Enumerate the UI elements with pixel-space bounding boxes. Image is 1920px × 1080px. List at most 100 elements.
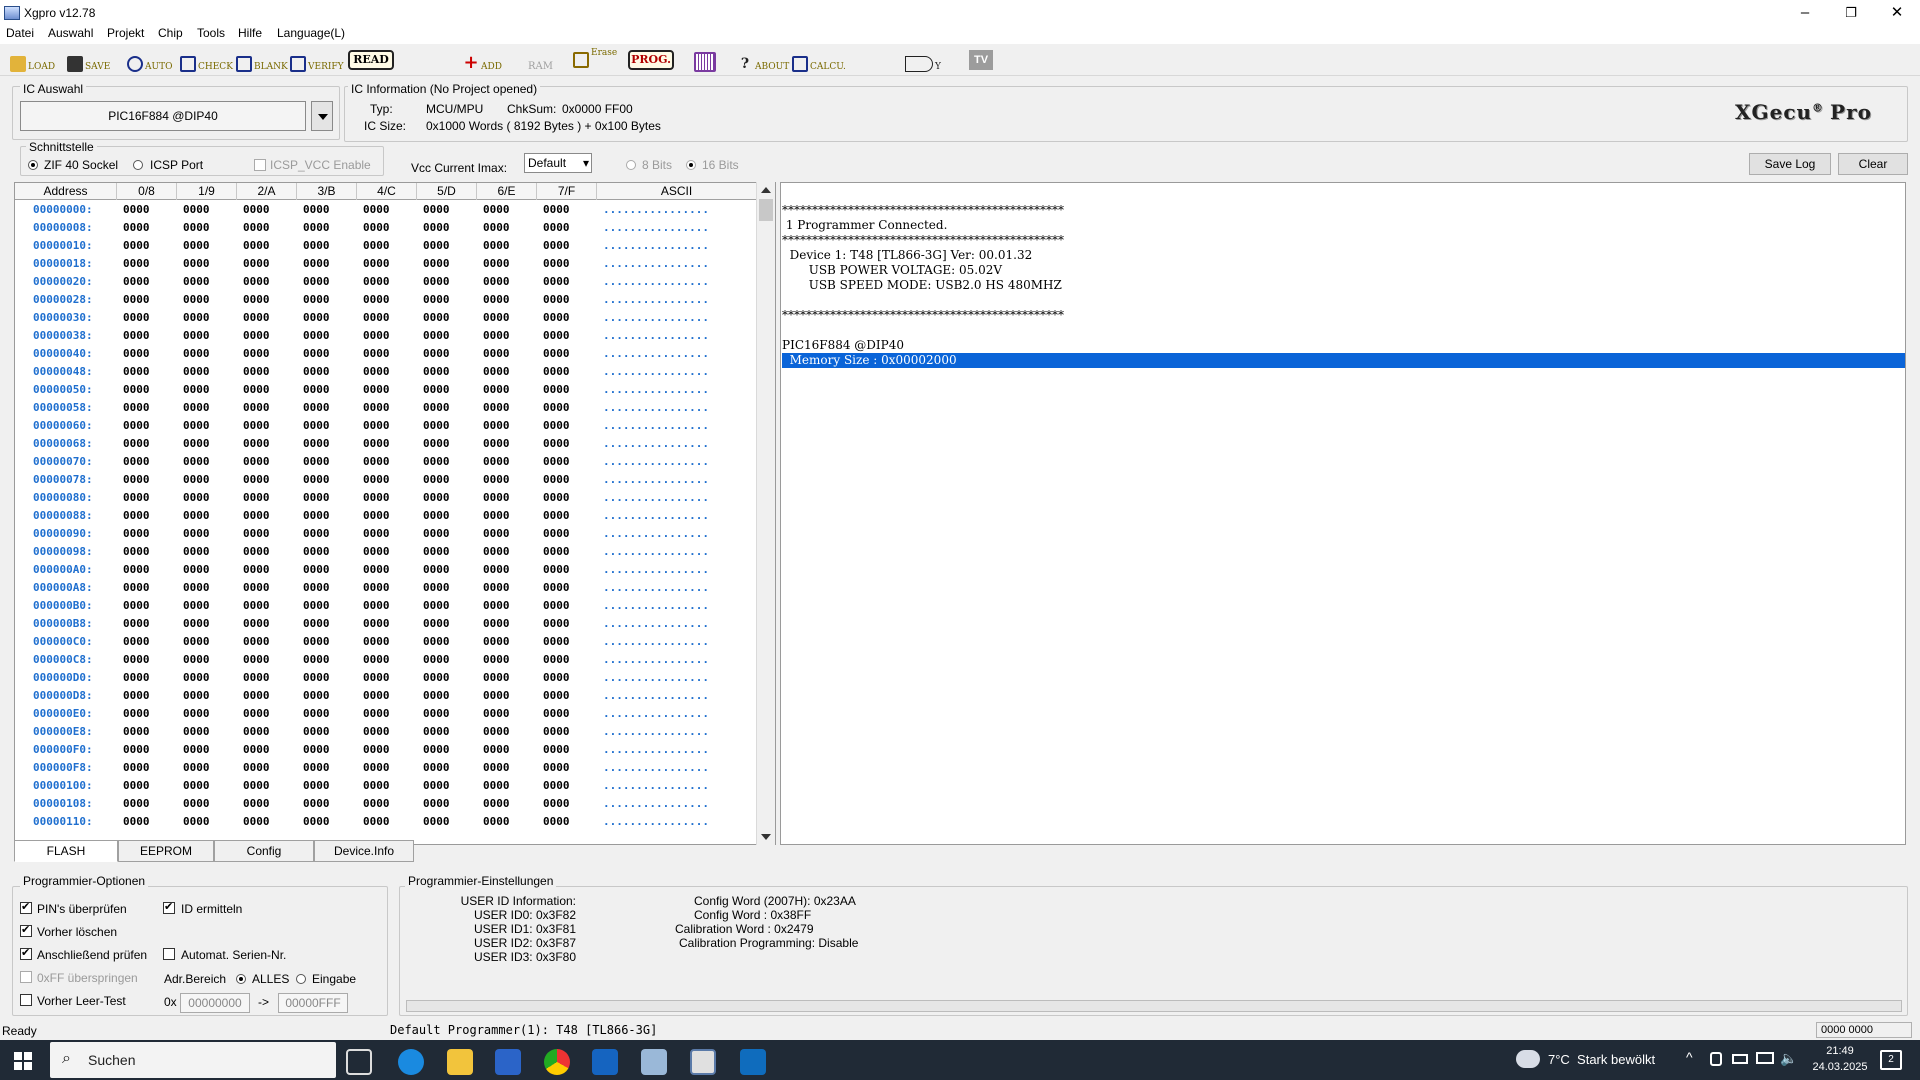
hex-cell[interactable]: 0000 [123, 309, 150, 327]
hex-cell[interactable]: 0000 [483, 669, 510, 687]
notification-icon[interactable]: 2 [1880, 1050, 1902, 1070]
clear-log-button[interactable]: Clear [1838, 153, 1908, 175]
hex-cell[interactable]: 0000 [303, 615, 330, 633]
calcu-button[interactable]: CALCU. [792, 48, 846, 72]
hex-cell[interactable]: 0000 [543, 597, 570, 615]
hex-cell[interactable]: 0000 [423, 687, 450, 705]
vcc-current-select[interactable]: Default ▾ [524, 153, 592, 173]
hex-cell[interactable]: 0000 [483, 651, 510, 669]
hex-cell[interactable]: 0000 [303, 813, 330, 831]
hex-row[interactable]: 000000F8: 0000 0000 0000 0000 0000 0000 0000 000… [15, 759, 757, 777]
tray-device-icon[interactable] [1710, 1052, 1722, 1066]
hex-cell[interactable]: 0000 [123, 543, 150, 561]
hex-cell[interactable]: 0000 [183, 417, 210, 435]
hex-row[interactable]: 00000050: 0000 0000 0000 0000 0000 0000 0000 000… [15, 381, 757, 399]
hex-cell[interactable]: 0000 [423, 309, 450, 327]
hex-cell[interactable]: 0000 [243, 327, 270, 345]
hex-cell[interactable]: 0000 [423, 417, 450, 435]
hex-cell[interactable]: 0000 [363, 615, 390, 633]
hex-cell[interactable]: 0000 [303, 741, 330, 759]
hex-cell[interactable]: 0000 [423, 651, 450, 669]
hex-cell[interactable]: 0000 [303, 489, 330, 507]
hex-cell[interactable]: 0000 [423, 759, 450, 777]
tab-device-info[interactable]: Device.Info [314, 840, 414, 862]
hex-cell[interactable]: 0000 [183, 237, 210, 255]
tray-chevron-icon[interactable]: ^ [1686, 1049, 1693, 1065]
hex-cell[interactable]: 0000 [543, 543, 570, 561]
hex-cell[interactable]: 0000 [363, 651, 390, 669]
tab-config[interactable]: Config [214, 840, 314, 862]
hex-cell[interactable]: 0000 [483, 687, 510, 705]
hex-cell[interactable]: 0000 [483, 507, 510, 525]
hex-cell[interactable]: 0000 [483, 309, 510, 327]
verify-button[interactable]: VERIFY [290, 48, 344, 72]
hex-cell[interactable]: 0000 [363, 795, 390, 813]
hex-cell[interactable]: 0000 [543, 417, 570, 435]
hex-cell[interactable]: 0000 [243, 381, 270, 399]
hex-row[interactable]: 000000F0: 0000 0000 0000 0000 0000 0000 0000 000… [15, 741, 757, 759]
zif-radio[interactable] [28, 160, 38, 170]
hex-cell[interactable]: 0000 [303, 255, 330, 273]
hex-cell[interactable]: 0000 [243, 669, 270, 687]
hex-cell[interactable]: 0000 [243, 597, 270, 615]
ic-select-field[interactable]: PIC16F884 @DIP40 [20, 101, 306, 131]
hex-cell[interactable]: 0000 [543, 327, 570, 345]
file-explorer-icon[interactable] [447, 1049, 473, 1075]
hex-cell[interactable]: 0000 [423, 291, 450, 309]
hex-cell[interactable]: 0000 [183, 273, 210, 291]
hex-row[interactable]: 00000008: 0000 0000 0000 0000 0000 0000 0000 000… [15, 219, 757, 237]
log-line[interactable]: USB POWER VOLTAGE: 05.02V [782, 263, 1002, 278]
hex-cell[interactable]: 0000 [483, 255, 510, 273]
hex-cell[interactable]: 0000 [303, 525, 330, 543]
hex-cell[interactable]: 0000 [123, 219, 150, 237]
hex-cell[interactable]: 0000 [483, 777, 510, 795]
menu-projekt[interactable]: Projekt [107, 26, 144, 40]
hex-cell[interactable]: 0000 [123, 525, 150, 543]
bxy-button[interactable]: Y [905, 48, 941, 72]
hex-cell[interactable]: 0000 [243, 561, 270, 579]
hex-cell[interactable]: 0000 [303, 507, 330, 525]
menu-auswahl[interactable]: Auswahl [48, 26, 93, 40]
hex-cell[interactable]: 0000 [423, 579, 450, 597]
hex-cell[interactable]: 0000 [303, 417, 330, 435]
hex-cell[interactable]: 0000 [483, 273, 510, 291]
windows-start-icon[interactable] [14, 1052, 32, 1070]
hex-cell[interactable]: 0000 [543, 201, 570, 219]
hex-row[interactable]: 00000068: 0000 0000 0000 0000 0000 0000 0000 000… [15, 435, 757, 453]
hex-cell[interactable]: 0000 [483, 525, 510, 543]
log-line[interactable]: PIC16F884 @DIP40 [782, 338, 904, 353]
blank-button[interactable]: BLANK [236, 48, 288, 72]
hex-row[interactable]: 00000058: 0000 0000 0000 0000 0000 0000 0000 000… [15, 399, 757, 417]
menu-chip[interactable]: Chip [158, 26, 183, 40]
save-button[interactable]: SAVE [67, 48, 110, 72]
hex-cell[interactable]: 0000 [423, 615, 450, 633]
hex-cell[interactable]: 0000 [183, 813, 210, 831]
hex-cell[interactable]: 0000 [183, 597, 210, 615]
hex-cell[interactable]: 0000 [543, 741, 570, 759]
log-line[interactable]: Device 1: T48 [TL866-3G] Ver: 00.01.32 [782, 248, 1033, 263]
hex-cell[interactable]: 0000 [363, 741, 390, 759]
hex-cell[interactable]: 0000 [543, 795, 570, 813]
hex-cell[interactable]: 0000 [303, 705, 330, 723]
hex-cell[interactable]: 0000 [423, 723, 450, 741]
hex-cell[interactable]: 0000 [303, 399, 330, 417]
log-line[interactable]: 1 Programmer Connected. [782, 218, 948, 233]
hex-cell[interactable]: 0000 [483, 345, 510, 363]
hex-cell[interactable]: 0000 [123, 489, 150, 507]
hex-cell[interactable]: 0000 [423, 363, 450, 381]
hex-cell[interactable]: 0000 [243, 471, 270, 489]
hex-cell[interactable]: 0000 [123, 345, 150, 363]
hex-row[interactable]: 00000010: 0000 0000 0000 0000 0000 0000 0000 000… [15, 237, 757, 255]
hex-cell[interactable]: 0000 [483, 543, 510, 561]
hex-cell[interactable]: 0000 [123, 381, 150, 399]
hex-cell[interactable]: 0000 [483, 399, 510, 417]
hex-cell[interactable]: 0000 [543, 561, 570, 579]
hex-cell[interactable]: 0000 [543, 525, 570, 543]
log-panel[interactable]: ****************************************… [780, 182, 1906, 845]
hex-row[interactable]: 00000108: 0000 0000 0000 0000 0000 0000 0000 000… [15, 795, 757, 813]
hex-row[interactable]: 000000C0: 0000 0000 0000 0000 0000 0000 0000 000… [15, 633, 757, 651]
erase-button[interactable]: Erase [573, 48, 617, 72]
hex-cell[interactable]: 0000 [183, 543, 210, 561]
hex-cell[interactable]: 0000 [423, 381, 450, 399]
hex-cell[interactable]: 0000 [423, 255, 450, 273]
